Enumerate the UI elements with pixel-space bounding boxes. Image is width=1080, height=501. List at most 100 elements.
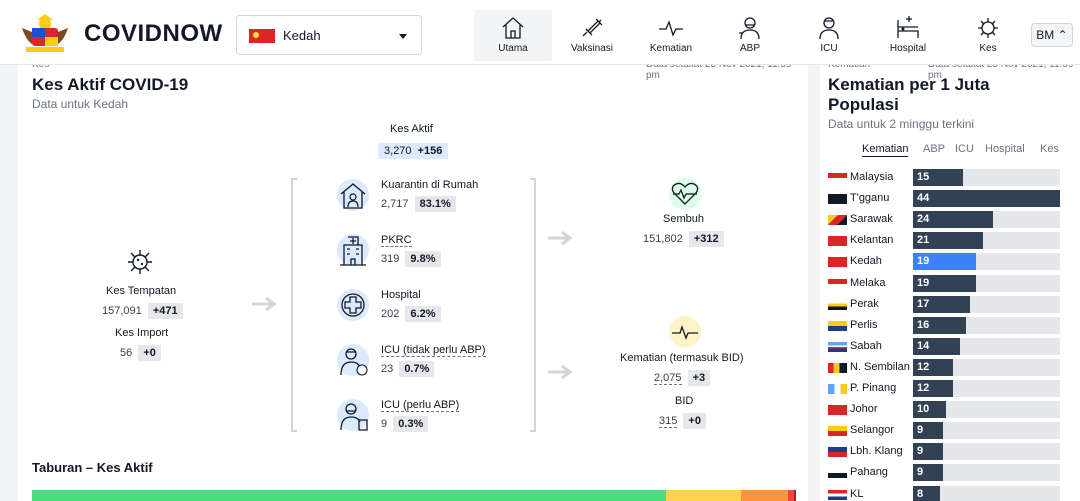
state-row: N. Sembilan 12 [828,358,1063,376]
bar-value: 21 [917,234,930,247]
kedah-flag-icon [249,29,275,43]
tab-kematian[interactable]: Kematian [862,143,909,157]
arrow-right-icon [252,297,277,311]
nav-vaksinasi-label: Vaksinasi [570,43,614,54]
bar-fill: 12 [913,358,953,376]
chevron-down-icon [399,34,407,39]
state-flag-icon [828,426,847,437]
home-icon [502,17,524,39]
bar-value: 14 [917,339,930,352]
bar-fill: 10 [913,401,946,419]
kes-tempatan-change: +471 [147,303,183,319]
tab-hospital[interactable]: Hospital [985,143,1025,155]
bar-fill: 19 [913,274,976,292]
kematian-value[interactable]: 2,075 [654,372,682,385]
kes-import-stats: 56 +0 [120,345,161,361]
bid-stats: 315 +0 [659,413,706,429]
bar-value: 24 [917,213,930,226]
bid-value[interactable]: 315 [659,415,678,428]
kes-import-change: +0 [138,345,161,361]
kes-import-value: 56 [120,347,133,359]
bar-value: 12 [917,382,930,394]
bar-track: 9 [913,443,1060,461]
bar-track: 8 [913,485,1060,501]
distribution-segment[interactable] [741,490,789,501]
bracket-right [530,178,536,432]
distribution-segment[interactable] [793,490,796,501]
hospital-bed-icon [897,16,919,38]
pkrc-pct: 9.8% [405,251,441,267]
nav-utama[interactable]: Utama [474,10,552,61]
state-name: Pahang [850,466,888,479]
bar-value: 9 [917,424,924,437]
nav-icu[interactable]: ICU [790,10,868,61]
kuarantin-value: 2,717 [381,198,409,210]
nav-hospital[interactable]: Hospital [869,10,947,61]
pkrc-label[interactable]: PKRC [381,234,412,247]
kematian-label: Kematian (termasuk BID) [620,352,744,364]
sembuh-label: Sembuh [663,213,704,225]
bar-value: 8 [917,487,924,500]
nav-abp[interactable]: ABP [711,10,789,61]
state-name: Malaysia [850,171,894,183]
nav-kes[interactable]: Kes [949,10,1027,61]
bar-track: 19 [913,274,1060,292]
kematian-change: +3 [687,370,711,386]
icu-abp-stats: 9 0.3% [381,416,429,432]
virus-icon [128,250,152,274]
bar-value: 19 [917,255,930,268]
bar-value: 19 [917,276,930,289]
tab-kes[interactable]: Kes [1040,143,1059,155]
state-name: Melaka [850,276,886,289]
state-name: Perak [850,297,879,310]
nav-kematian[interactable]: Kematian [632,10,710,61]
state-select-value: Kedah [283,28,321,43]
bar-fill: 9 [913,464,943,482]
kes-tempatan-label: Kes Tempatan [106,285,177,297]
arrow-right-icon [548,365,573,379]
nav-vaksinasi[interactable]: Vaksinasi [553,10,631,61]
icu-abp-label[interactable]: ICU (perlu ABP) [381,399,460,412]
state-name: N. Sembilan [850,360,910,373]
state-flag-icon [828,215,847,226]
state-flag-icon [828,278,847,289]
icu-abp-value: 9 [381,418,388,430]
ventilator-icon [337,399,369,431]
bar-value: 15 [917,171,930,183]
state-row: Sabah 14 [828,337,1063,355]
kes-import-label: Kes Import [115,327,169,339]
panel-title: Kes Aktif COVID-19 [32,75,189,94]
malaysia-coat-of-arms-logo[interactable] [18,14,72,54]
tab-abp[interactable]: ABP [923,143,945,155]
kes-tempatan-stats: 157,091 +471 [102,303,183,319]
bid-change: +0 [683,413,706,429]
sembuh-value: 151,802 [643,233,683,245]
panel-title-line2: Populasi [828,95,899,114]
bar-fill: 17 [913,295,970,313]
state-name: Lbh. Klang [850,445,903,458]
bar-value: 16 [917,318,930,331]
bar-fill: 14 [913,337,960,355]
pkrc-value: 319 [381,253,400,265]
bar-fill: 9 [913,422,943,440]
state-row: Johor 10 [828,401,1063,419]
distribution-segment[interactable] [666,490,742,501]
bar-track: 21 [913,232,1060,250]
brand-title[interactable]: COVIDNOW [84,20,223,48]
bar-fill: 21 [913,232,983,250]
state-row: Melaka 19 [828,274,1063,292]
state-row: Kedah 19 [828,253,1063,271]
icu-no-abp-label[interactable]: ICU (tidak perlu ABP) [381,344,486,357]
kes-aktif-value: 3,270 [384,145,412,157]
hospital-value: 202 [381,308,400,320]
state-row: P. Pinang 12 [828,380,1063,397]
state-row: Kelantan 21 [828,232,1063,250]
state-flag-icon [828,468,847,479]
state-select[interactable]: Kedah [236,15,422,55]
language-toggle-button[interactable]: BM ⌃ [1031,23,1073,47]
state-name: Johor [850,403,878,416]
distribution-segment[interactable] [32,490,667,501]
state-name: Selangor [850,424,895,437]
building-icon [337,234,369,266]
tab-icu[interactable]: ICU [955,143,974,155]
